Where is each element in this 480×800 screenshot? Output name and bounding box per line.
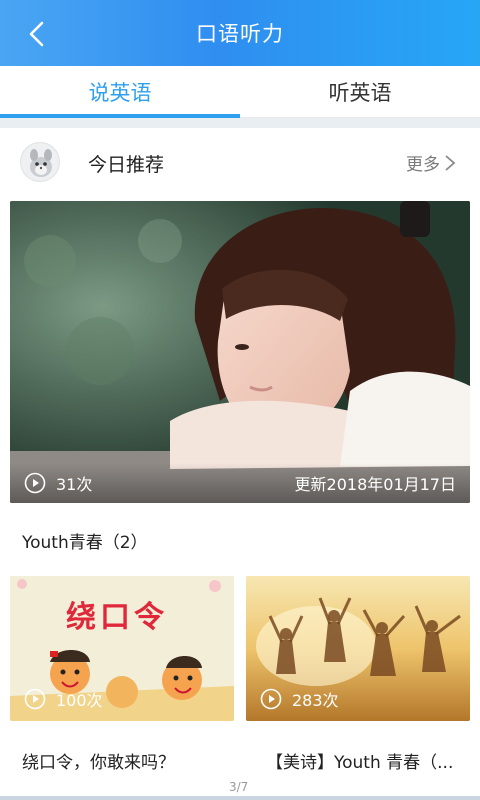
more-label: 更多 (406, 155, 440, 175)
item-caption-tongue-twister[interactable]: 绕口令，你敢来吗？ (22, 748, 232, 773)
item-card-youth-poem[interactable]: 283次 (246, 576, 470, 721)
chevron-right-icon (445, 154, 456, 171)
next-row-peek (0, 796, 480, 800)
squirrel-icon (30, 149, 52, 177)
page-title: 口语听力 (196, 22, 284, 46)
app-header: 口语听力 (0, 0, 480, 66)
album-title[interactable]: Youth青春（2） (22, 528, 148, 553)
more-link[interactable]: 更多 (406, 150, 456, 175)
tongue-twister-image-text: 绕口令 (66, 600, 168, 635)
tab-bar: 说英语 听英语 (0, 66, 480, 118)
page-indicator: 3/7 (229, 780, 249, 794)
item-play-count: 100次 (24, 687, 103, 711)
featured-play-count: 31次 (24, 471, 92, 495)
play-circle-icon (260, 688, 282, 710)
featured-card[interactable]: 31次 更新2018年01月17日 (10, 201, 470, 503)
item-play-count: 283次 (260, 687, 339, 711)
section-divider (0, 118, 480, 128)
section-header: 今日推荐 更多 (0, 128, 480, 196)
section-title: 今日推荐 (88, 154, 165, 176)
tab-listen-english[interactable]: 听英语 (240, 66, 480, 117)
content-card: 今日推荐 更多 31次 更新2018年01月17日 Youth青春（2） 绕口令… (0, 128, 480, 800)
chevron-left-icon (29, 21, 44, 47)
featured-plays-text: 31次 (56, 475, 93, 494)
avatar (20, 142, 60, 182)
play-circle-icon (24, 688, 46, 710)
item-card-tongue-twister[interactable]: 绕口令 100次 (10, 576, 234, 721)
back-button[interactable] (22, 18, 54, 50)
item-plays-text: 100次 (56, 691, 103, 710)
item-plays-text: 283次 (292, 691, 339, 710)
play-circle-icon (24, 472, 46, 494)
item-caption-youth-poem[interactable]: 【美诗】Youth 青春（... (266, 748, 466, 773)
featured-update-date: 更新2018年01月17日 (294, 475, 456, 494)
featured-image (10, 201, 470, 503)
tab-speak-english[interactable]: 说英语 (0, 66, 240, 118)
